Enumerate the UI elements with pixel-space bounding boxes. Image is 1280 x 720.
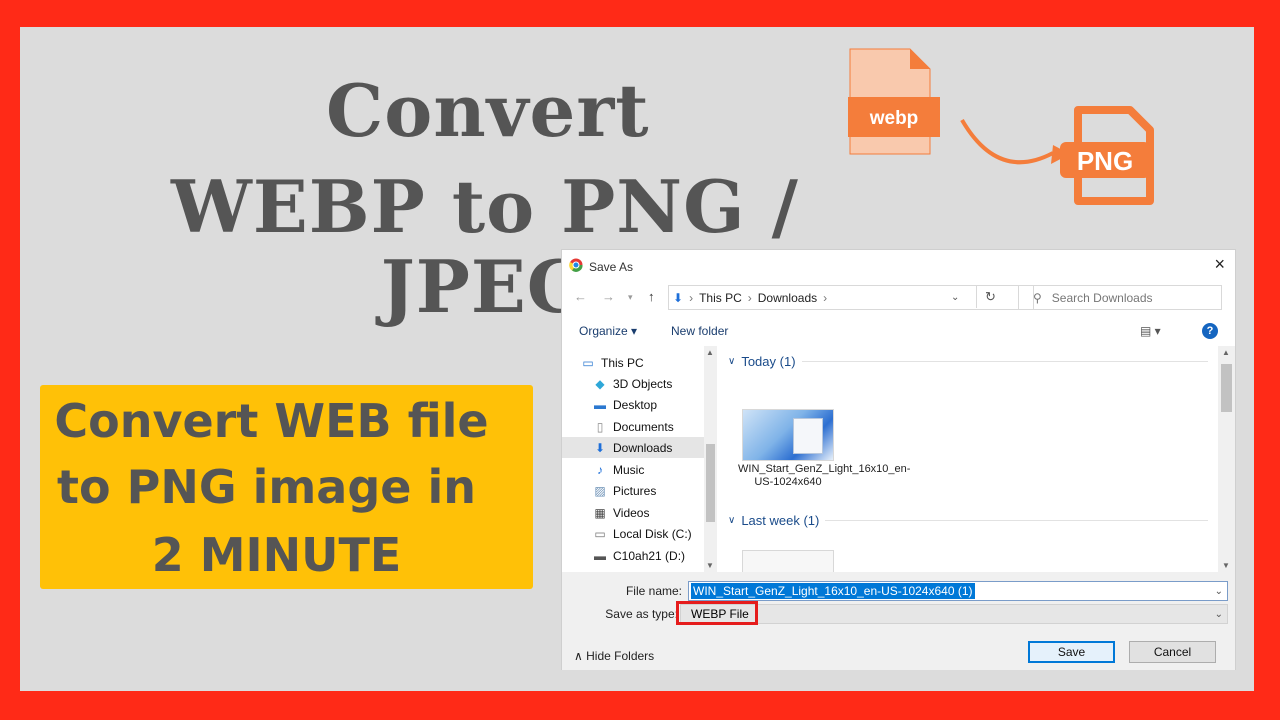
forward-arrow-icon[interactable]: →	[602, 289, 615, 304]
organize-menu[interactable]: Organize ▾	[579, 324, 637, 338]
webp-file-icon: webp	[848, 48, 940, 155]
dialog-title-bar: Save As	[569, 258, 633, 275]
save-options-panel: File name: WIN_Start_GenZ_Light_16x10_en…	[562, 572, 1235, 670]
nav-item-3d-objects[interactable]: ◆ 3D Objects	[562, 373, 704, 394]
drive-icon: ▬	[594, 548, 606, 563]
save-button[interactable]: Save	[1028, 641, 1115, 663]
close-icon[interactable]: ×	[1214, 254, 1225, 275]
callout-line2: to PNG image in	[57, 460, 476, 514]
chevron-up-icon: ∧	[574, 649, 583, 663]
cube-icon: ◆	[595, 376, 605, 391]
save-as-dialog: Save As × ← → ▾ ↑ ⬇ › This PC › Download…	[561, 249, 1236, 670]
callout-line3: 2 MINUTE	[151, 528, 402, 582]
chevron-down-icon[interactable]: ⌄	[1215, 609, 1223, 620]
file-scrollbar[interactable]: ▲ ▼	[1218, 346, 1235, 572]
chevron-down-icon: ∨	[728, 356, 736, 367]
up-arrow-icon[interactable]: ↑	[648, 289, 655, 304]
chevron-down-icon: ∨	[728, 515, 736, 526]
music-icon: ♪	[597, 462, 603, 477]
callout-line1: Convert WEB file	[54, 394, 489, 448]
nav-scrollbar[interactable]: ▲ ▼	[704, 346, 717, 572]
headline-line1: Convert	[326, 68, 650, 153]
file-name-field[interactable]: WIN_Start_GenZ_Light_16x10_en-US-1024x64…	[688, 581, 1228, 601]
file-name-label[interactable]: WIN_Start_GenZ_Light_16x10_en-US-1024x64…	[738, 463, 910, 489]
group-header-last-week[interactable]: ∨ Last week (1)	[728, 513, 1208, 528]
download-arrow-icon: ⬇	[673, 290, 684, 305]
search-icon: ⚲	[1033, 290, 1042, 305]
chrome-icon	[569, 258, 583, 275]
save-type-select[interactable]: WEBP File ⌄	[680, 604, 1228, 624]
desktop-icon: ▬	[594, 397, 606, 412]
nav-item-documents[interactable]: ▯ Documents	[562, 416, 704, 437]
png-file-icon: PNG	[1060, 106, 1154, 205]
file-name-field-label: File name:	[625, 584, 682, 598]
video-icon: ▦	[594, 505, 606, 520]
file-thumbnail[interactable]	[742, 550, 834, 572]
hide-folders-button[interactable]: ∧ Hide Folders	[574, 649, 654, 663]
conversion-illustration: webp PNG	[848, 47, 1248, 257]
nav-item-pictures[interactable]: ▨ Pictures	[562, 480, 704, 501]
file-name-value: WIN_Start_GenZ_Light_16x10_en-US-1024x64…	[691, 583, 975, 599]
file-thumbnail[interactable]	[742, 409, 834, 461]
file-scrollbar-thumb[interactable]	[1221, 364, 1232, 412]
nav-item-music[interactable]: ♪ Music	[562, 459, 704, 480]
navigation-bar: ← → ▾ ↑ ⬇ › This PC › Downloads › ⌄ ↻ ⚲ …	[562, 285, 1237, 311]
help-icon[interactable]: ?	[1202, 323, 1218, 339]
download-icon: ⬇	[594, 440, 606, 455]
navigation-pane: ▭ This PC ◆ 3D Objects ▬ Desktop ▯ Documents…	[562, 346, 718, 572]
breadcrumb-this-pc[interactable]: This PC	[699, 291, 742, 305]
callout-box: Convert WEB file to PNG image in 2 MINUT…	[40, 385, 533, 589]
nav-scrollbar-thumb[interactable]	[706, 444, 715, 522]
dialog-title: Save As	[589, 259, 634, 274]
nav-item-drive-d[interactable]: ▬ C10ah21 (D:)	[562, 545, 704, 566]
chevron-down-icon[interactable]: ⌄	[1215, 586, 1223, 597]
arrow-icon	[960, 118, 1054, 165]
cancel-button[interactable]: Cancel	[1129, 641, 1216, 663]
disk-icon: ▭	[594, 526, 606, 541]
nav-item-videos[interactable]: ▦ Videos	[562, 502, 704, 523]
search-input[interactable]: ⚲ Search Downloads	[1018, 285, 1222, 310]
file-list: ∨ Today (1) WIN_Start_GenZ_Light_16x10_en…	[722, 346, 1218, 572]
nav-item-downloads[interactable]: ⬇ Downloads	[562, 437, 704, 458]
nav-item-this-pc[interactable]: ▭ This PC	[562, 352, 704, 373]
address-dropdown-icon[interactable]: ⌄	[951, 292, 959, 303]
dialog-toolbar: Organize ▾ New folder ▤ ▾ ?	[562, 322, 1237, 342]
webp-badge-label: webp	[869, 108, 919, 129]
recent-dropdown-icon[interactable]: ▾	[628, 292, 633, 303]
save-type-label: Save as type:	[605, 607, 678, 621]
picture-icon: ▨	[594, 483, 606, 498]
view-options-icon[interactable]: ▤ ▾	[1140, 324, 1161, 338]
pc-icon: ▭	[582, 355, 594, 370]
document-icon: ▯	[596, 419, 604, 434]
group-header-today[interactable]: ∨ Today (1)	[728, 354, 1208, 369]
nav-item-desktop[interactable]: ▬ Desktop	[562, 394, 704, 415]
breadcrumb-downloads[interactable]: Downloads	[758, 291, 817, 305]
highlight-box	[676, 601, 758, 625]
back-arrow-icon[interactable]: ←	[574, 289, 587, 304]
search-placeholder: Search Downloads	[1051, 290, 1153, 305]
new-folder-button[interactable]: New folder	[671, 324, 728, 338]
nav-item-local-disk[interactable]: ▭ Local Disk (C:)	[562, 523, 704, 544]
png-badge-label: PNG	[1077, 146, 1133, 176]
refresh-icon[interactable]: ↻	[976, 285, 1004, 308]
